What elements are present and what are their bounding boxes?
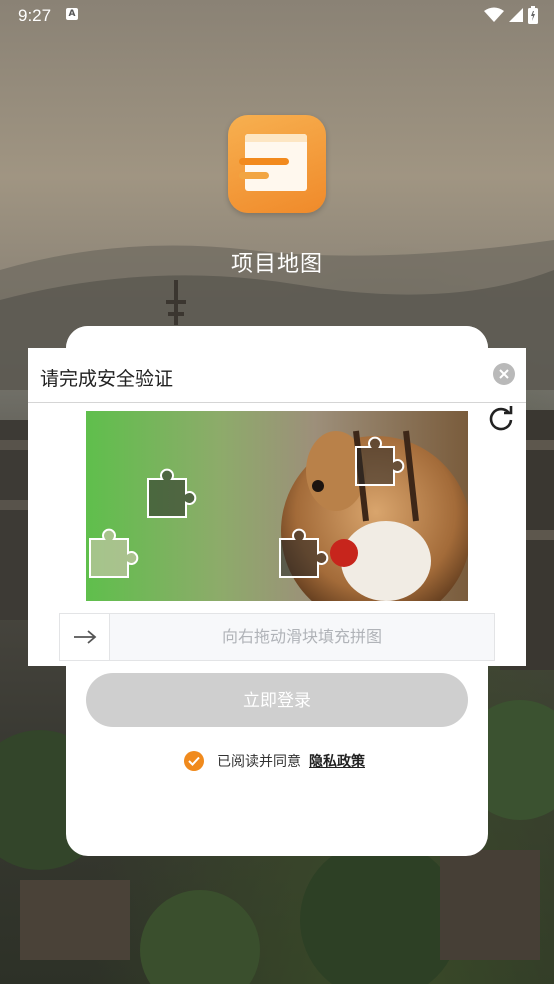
agreement-text: 已阅读并同意 xyxy=(217,754,301,770)
notification-icon: A xyxy=(66,8,78,20)
agree-checkbox[interactable] xyxy=(184,751,204,771)
captcha-puzzle-image xyxy=(86,411,468,601)
captcha-title: 请完成安全验证 xyxy=(40,368,174,390)
captcha-dialog: 请完成安全验证 向右拖动滑块填充拼图 xyxy=(28,348,526,666)
signal-icon xyxy=(509,8,523,22)
captcha-slider[interactable]: 向右拖动滑块填充拼图 xyxy=(59,613,495,661)
login-button[interactable]: 立即登录 xyxy=(86,673,468,727)
app-title: 项目地图 xyxy=(230,252,323,277)
wifi-icon xyxy=(484,7,504,22)
status-time: 9:27 xyxy=(18,6,52,25)
slider-handle[interactable] xyxy=(60,614,110,660)
agreement-row: 已阅读并同意 隐私政策 xyxy=(184,751,365,771)
privacy-policy-link[interactable]: 隐私政策 xyxy=(309,751,365,771)
close-icon xyxy=(499,369,509,379)
app-logo-window xyxy=(239,134,307,191)
slider-hint: 向右拖动滑块填充拼图 xyxy=(221,627,382,646)
captcha-header: 请完成安全验证 xyxy=(28,348,526,403)
close-button[interactable] xyxy=(493,363,515,385)
check-icon xyxy=(188,756,200,766)
status-bar: 9:27 A xyxy=(0,0,554,32)
refresh-icon[interactable] xyxy=(486,404,516,434)
battery-icon xyxy=(528,6,538,24)
status-icons xyxy=(484,6,538,24)
app-logo xyxy=(228,115,326,213)
arrow-right-icon xyxy=(73,630,96,644)
